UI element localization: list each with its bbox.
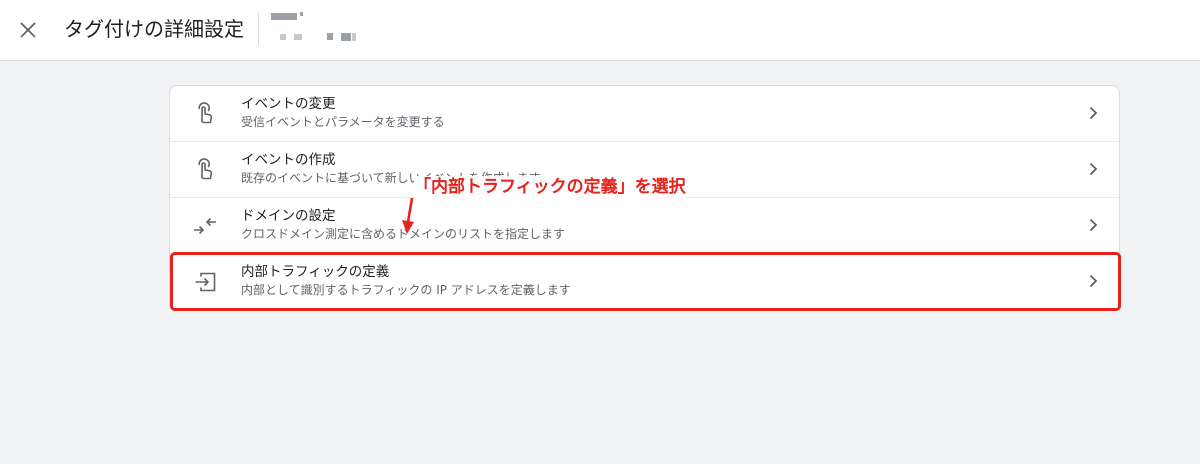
redacted-block: [280, 34, 286, 40]
setting-row-define-internal-traffic[interactable]: 内部トラフィックの定義 内部として識別するトラフィックの IP アドレスを定義し…: [170, 254, 1119, 309]
setting-title: イベントの作成: [241, 152, 336, 168]
setting-row-modify-events[interactable]: イベントの変更 受信イベントとパラメータを変更する: [170, 86, 1119, 141]
chevron-right-icon: [1082, 158, 1104, 180]
redacted-block: [341, 33, 351, 41]
redacted-block: [271, 13, 297, 20]
touch-icon: [192, 157, 218, 183]
account-selector[interactable]: [270, 12, 380, 46]
setting-title: イベントの変更: [241, 96, 336, 112]
redacted-block: [294, 34, 302, 40]
annotation-callout: 「内部トラフィックの定義」を選択: [414, 176, 686, 198]
setting-row-configure-domains[interactable]: ドメインの設定 クロスドメイン測定に含めるドメインのリストを指定します: [170, 198, 1119, 253]
redacted-block: [327, 33, 333, 40]
setting-title: ドメインの設定: [241, 208, 336, 224]
annotation-arrow-icon: [402, 197, 414, 234]
merge-arrows-icon: [192, 213, 218, 239]
chevron-right-icon: [1082, 270, 1104, 292]
advanced-settings-list: イベントの変更 受信イベントとパラメータを変更する イベントの作成 既存のイベン…: [169, 85, 1120, 311]
login-icon: [192, 269, 218, 295]
setting-description: 受信イベントとパラメータを変更する: [241, 115, 445, 129]
chevron-right-icon: [1082, 102, 1104, 124]
top-bar: タグ付けの詳細設定: [0, 0, 1200, 61]
page-title: タグ付けの詳細設定: [64, 17, 244, 41]
close-button[interactable]: [14, 16, 42, 44]
header-divider: [258, 12, 259, 45]
setting-description: 内部として識別するトラフィックの IP アドレスを定義します: [241, 283, 571, 297]
chevron-right-icon: [1082, 214, 1104, 236]
redacted-block: [300, 12, 303, 16]
touch-icon: [192, 101, 218, 127]
close-icon: [20, 22, 36, 38]
setting-title: 内部トラフィックの定義: [241, 264, 390, 280]
redacted-block: [352, 33, 356, 41]
